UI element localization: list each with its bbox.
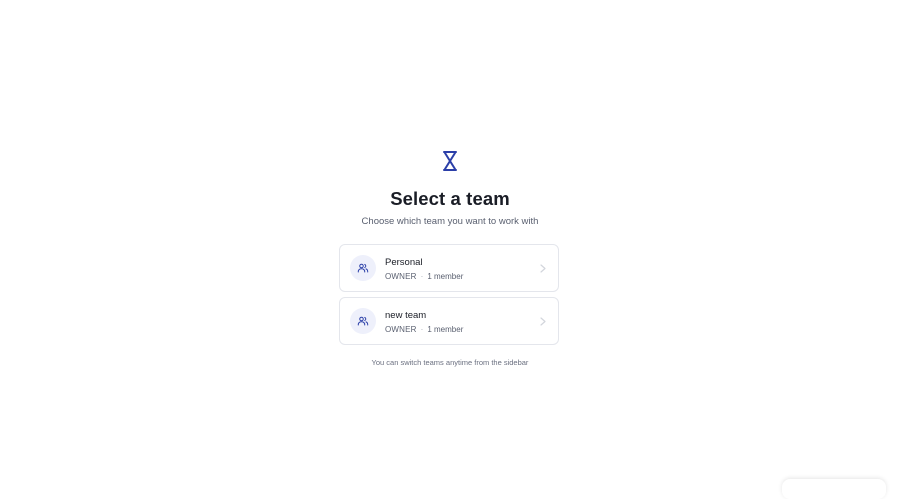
page-title: Select a team [390, 188, 510, 209]
corner-widget-panel[interactable] [782, 479, 886, 499]
team-list: Personal OWNER · 1 member new team OWNER · 1… [339, 244, 559, 350]
team-name: Personal [385, 257, 423, 268]
team-name: new team [385, 310, 427, 321]
team-role: OWNER [385, 272, 417, 281]
team-avatar [350, 308, 376, 334]
chevron-right-icon [540, 317, 546, 326]
chevron-right-icon [540, 264, 546, 273]
team-card-personal[interactable]: Personal OWNER · 1 member [339, 244, 559, 292]
users-icon [357, 316, 369, 326]
users-icon [357, 263, 369, 273]
page-subtitle: Choose which team you want to work with [361, 216, 539, 227]
team-meta: OWNER · 1 member [385, 324, 463, 336]
hourglass-logo-icon [443, 151, 457, 171]
team-avatar [350, 255, 376, 281]
team-meta: OWNER · 1 member [385, 271, 463, 283]
sidebar-hint: You can switch teams anytime from the si… [371, 358, 529, 367]
team-member-count: 1 member [427, 325, 464, 334]
team-role: OWNER [385, 325, 417, 334]
meta-separator: · [420, 272, 424, 281]
app-logo [440, 150, 460, 172]
meta-separator: · [420, 325, 424, 334]
team-member-count: 1 member [427, 272, 464, 281]
team-card-new-team[interactable]: new team OWNER · 1 member [339, 297, 559, 345]
